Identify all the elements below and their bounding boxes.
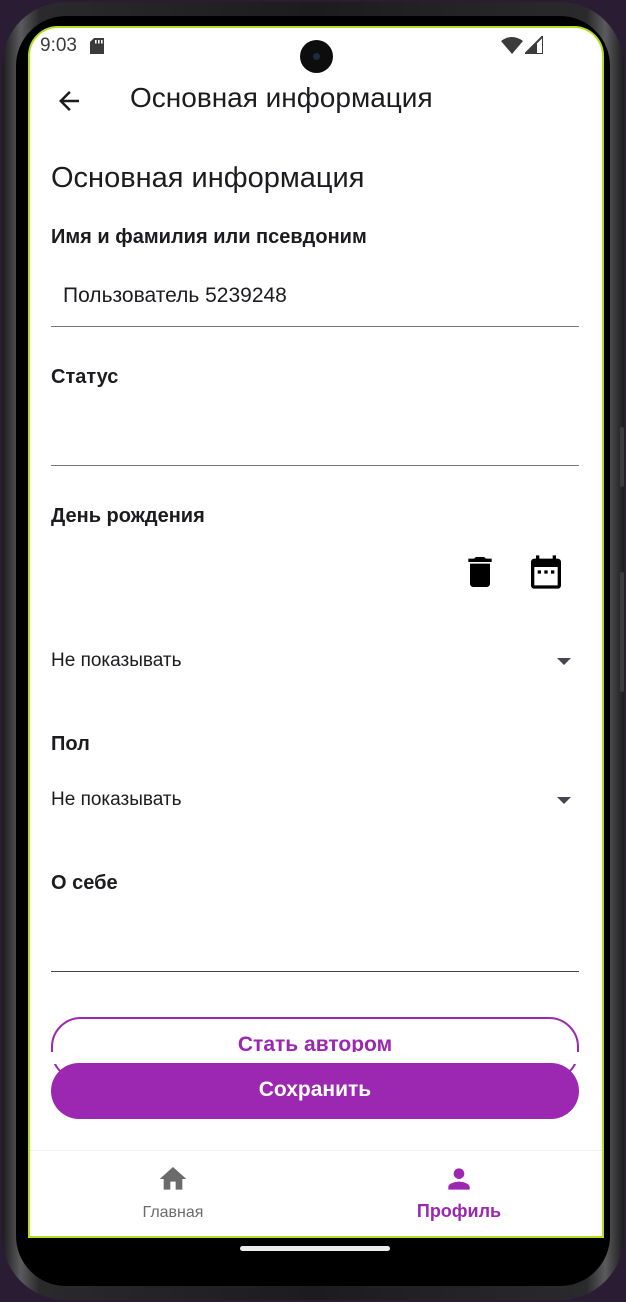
save-label: Сохранить	[258, 1078, 372, 1101]
home-icon	[159, 1167, 187, 1190]
nav-item-home[interactable]: Главная	[30, 1151, 316, 1236]
name-label: Имя и фамилия или псевдоним	[51, 226, 367, 248]
signal-icon	[525, 36, 543, 54]
app-bar: Основная информация	[30, 76, 602, 124]
nav-label-home: Главная	[142, 1204, 204, 1221]
app-screen: 9:03 Основная информация Основная информ…	[28, 26, 604, 1238]
calendar-icon[interactable]	[526, 552, 566, 592]
name-field[interactable]: Пользователь 5239248	[63, 284, 287, 308]
birthday-visibility-select[interactable]: Не показывать	[51, 642, 579, 682]
back-arrow-icon[interactable]	[54, 86, 84, 116]
birthday-label: День рождения	[51, 505, 205, 527]
front-camera	[300, 40, 333, 73]
dropdown-arrow-icon	[557, 658, 571, 665]
person-icon	[448, 1168, 470, 1190]
sd-card-icon	[90, 38, 104, 54]
gender-select[interactable]: Не показывать	[51, 781, 579, 821]
status-field-underline	[51, 465, 579, 466]
delete-icon[interactable]	[460, 552, 500, 592]
name-field-underline	[51, 326, 579, 327]
status-label: Статус	[51, 366, 119, 388]
status-time: 9:03	[40, 35, 77, 56]
about-field[interactable]	[63, 926, 563, 956]
gesture-navigation-bar[interactable]	[240, 1246, 390, 1251]
nav-label-profile: Профиль	[416, 1201, 502, 1221]
wifi-icon	[501, 37, 523, 54]
bottom-navigation: Главная Профиль	[30, 1150, 602, 1236]
nav-item-profile[interactable]: Профиль	[316, 1151, 602, 1236]
status-bar: 9:03	[30, 28, 602, 73]
about-field-underline	[51, 971, 579, 972]
about-label: О себе	[51, 872, 118, 894]
save-button[interactable]: Сохранить	[51, 1063, 579, 1119]
gender-value: Не показывать	[51, 789, 182, 810]
power-button	[620, 572, 624, 692]
gender-label: Пол	[51, 733, 90, 755]
section-title: Основная информация	[51, 162, 365, 194]
volume-button	[620, 427, 624, 487]
status-field[interactable]	[63, 420, 563, 450]
page-title: Основная информация	[130, 82, 433, 113]
dropdown-arrow-icon	[557, 797, 571, 804]
birthday-visibility-value: Не показывать	[51, 650, 182, 671]
